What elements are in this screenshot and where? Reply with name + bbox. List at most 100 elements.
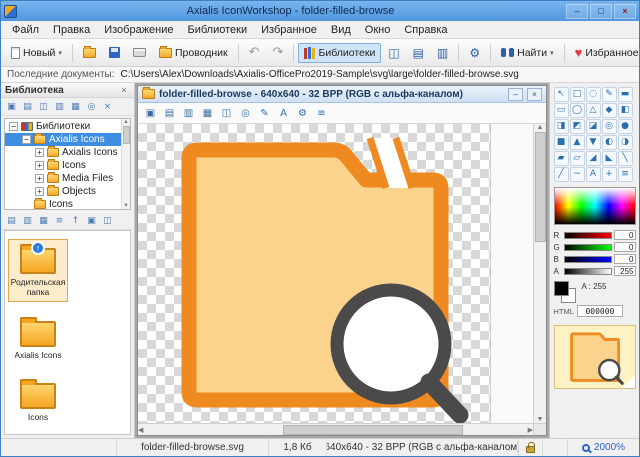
library-toolbar-icon[interactable]: ↑ xyxy=(68,213,83,228)
print-button[interactable] xyxy=(127,44,152,61)
document-toolbar-icon[interactable]: ▥ xyxy=(180,105,197,122)
scrollbar-thumb[interactable] xyxy=(534,132,546,242)
scroll-up-icon[interactable]: ▲ xyxy=(123,119,129,125)
tool-button[interactable]: ✎ xyxy=(601,87,617,102)
tool-button[interactable]: ▬ xyxy=(617,87,633,102)
vertical-scrollbar[interactable]: ▲ ▼ xyxy=(533,124,546,423)
tree-item[interactable]: + Media Files xyxy=(5,172,121,185)
expander-icon[interactable]: + xyxy=(35,174,44,183)
tool-button[interactable]: ◧ xyxy=(617,103,633,118)
red-value[interactable]: 0 xyxy=(613,230,636,240)
menu-item[interactable]: Правка xyxy=(46,23,97,37)
tool-button[interactable]: ● xyxy=(617,119,633,134)
recent-document-path[interactable]: C:\Users\Alex\Downloads\Axialis-OfficePr… xyxy=(121,69,519,80)
document-toolbar-icon[interactable]: ▤ xyxy=(161,105,178,122)
tool-button[interactable]: ▲ xyxy=(569,135,585,150)
tool-button[interactable]: ≡ xyxy=(617,167,633,182)
tree-scrollbar[interactable]: ▲ ▼ xyxy=(121,119,130,209)
expander-icon[interactable]: + xyxy=(35,148,44,157)
menu-item[interactable]: Окно xyxy=(358,23,398,37)
blue-slider[interactable] xyxy=(563,255,612,263)
tool-button[interactable]: ╲ xyxy=(617,151,633,166)
menu-item[interactable]: Справка xyxy=(397,23,454,37)
tool-button[interactable]: ◢ xyxy=(585,151,601,166)
copy-button[interactable]: ◫ xyxy=(382,43,405,63)
tool-button[interactable]: □ xyxy=(569,87,585,102)
scroll-left-icon[interactable]: ◀ xyxy=(138,426,143,434)
blue-value[interactable]: 0 xyxy=(613,254,636,264)
libraries-button[interactable]: Библиотеки xyxy=(298,42,382,63)
scroll-down-icon[interactable]: ▼ xyxy=(537,416,544,423)
tree-item[interactable]: − Библиотеки xyxy=(5,120,121,133)
library-folder-item[interactable]: ↑ Axialis Icons xyxy=(8,312,68,365)
tree-item[interactable]: + Axialis Icons xyxy=(5,146,121,159)
tool-button[interactable]: ◑ xyxy=(617,135,633,150)
tool-button[interactable]: ■ xyxy=(553,135,569,150)
library-toolbar-icon[interactable]: ▥ xyxy=(52,99,67,114)
tool-button[interactable]: ↖ xyxy=(553,87,569,102)
maximize-button[interactable]: □ xyxy=(590,3,612,19)
redo-button[interactable]: ↷ xyxy=(267,42,290,63)
tool-button[interactable]: ◪ xyxy=(585,119,601,134)
menu-item[interactable]: Библиотеки xyxy=(181,23,255,37)
alpha-value[interactable]: 255 xyxy=(613,266,636,276)
green-slider[interactable] xyxy=(563,243,612,251)
tool-button[interactable]: ◌ xyxy=(585,87,601,102)
status-zoom[interactable]: 2000% xyxy=(567,439,639,456)
document-toolbar-icon[interactable]: ▣ xyxy=(142,105,159,122)
document-toolbar-icon[interactable]: ✎ xyxy=(256,105,273,122)
tool-button[interactable]: ▼ xyxy=(585,135,601,150)
library-toolbar-icon[interactable]: ◫ xyxy=(100,213,115,228)
explorer-button[interactable]: Проводник xyxy=(153,43,234,63)
tree-item[interactable]: Icons xyxy=(5,198,121,209)
document-toolbar-icon[interactable]: ◫ xyxy=(218,105,235,122)
scrollbar-thumb[interactable] xyxy=(283,424,464,435)
document-toolbar-icon[interactable]: ◎ xyxy=(237,105,254,122)
tool-button[interactable]: ~ xyxy=(569,167,585,182)
open-button[interactable] xyxy=(77,44,102,62)
tree-item[interactable]: + Icons xyxy=(5,159,121,172)
tool-button[interactable]: ◎ xyxy=(601,119,617,134)
close-button[interactable]: × xyxy=(614,3,636,19)
find-button[interactable]: Найти ▾ xyxy=(495,43,559,63)
tool-button[interactable]: A xyxy=(585,167,601,182)
tool-button[interactable]: ◨ xyxy=(553,119,569,134)
tree-item[interactable]: − Axialis Icons xyxy=(5,133,121,146)
alpha-slider[interactable] xyxy=(563,267,612,275)
library-toolbar-icon[interactable]: ▦ xyxy=(36,213,51,228)
tool-button[interactable]: ◐ xyxy=(601,135,617,150)
html-color-field[interactable]: 000000 xyxy=(576,305,623,317)
menu-item[interactable]: Избранное xyxy=(254,23,324,37)
green-value[interactable]: 0 xyxy=(613,242,636,252)
tool-button[interactable]: ▭ xyxy=(553,103,569,118)
tool-button[interactable]: ▰ xyxy=(553,151,569,166)
tool-button[interactable]: △ xyxy=(585,103,601,118)
document-toolbar-icon[interactable]: A xyxy=(275,105,292,122)
expander-icon[interactable]: − xyxy=(9,122,18,131)
library-folder-item[interactable]: ↑ Icons xyxy=(8,374,68,427)
library-toolbar-icon[interactable]: ▦ xyxy=(68,99,83,114)
document-minimize-button[interactable]: – xyxy=(508,87,523,101)
library-toolbar-icon[interactable]: ≡ xyxy=(52,213,67,228)
save-button[interactable] xyxy=(103,43,126,62)
tool-button[interactable]: ◆ xyxy=(601,103,617,118)
scroll-down-icon[interactable]: ▼ xyxy=(123,203,129,209)
settings-button[interactable]: ⚙ xyxy=(463,43,486,63)
new-button[interactable]: Новый ▾ xyxy=(5,43,68,63)
tool-button[interactable]: ◯ xyxy=(569,103,585,118)
favorites-button[interactable]: ♥ Избранное ▾ xyxy=(569,43,639,63)
scrollbar-thumb[interactable] xyxy=(122,126,130,144)
tree-item[interactable]: + Objects xyxy=(5,185,121,198)
library-toolbar-icon[interactable]: ▣ xyxy=(4,99,19,114)
menu-item[interactable]: Изображение xyxy=(97,23,180,37)
document-toolbar-icon[interactable]: ⚙ xyxy=(294,105,311,122)
library-toolbar-icon[interactable]: ◫ xyxy=(36,99,51,114)
expander-icon[interactable]: + xyxy=(35,187,44,196)
titlebar[interactable]: Axialis IconWorkshop - folder-filled-bro… xyxy=(1,1,639,21)
library-toolbar-icon[interactable]: ◎ xyxy=(84,99,99,114)
panel-close-icon[interactable]: × xyxy=(118,85,130,95)
color-palette[interactable] xyxy=(553,187,636,225)
red-slider[interactable] xyxy=(563,231,612,239)
library-folder-item[interactable]: ↑ Родительская папка xyxy=(8,239,68,302)
current-color-swatch[interactable] xyxy=(553,281,576,303)
